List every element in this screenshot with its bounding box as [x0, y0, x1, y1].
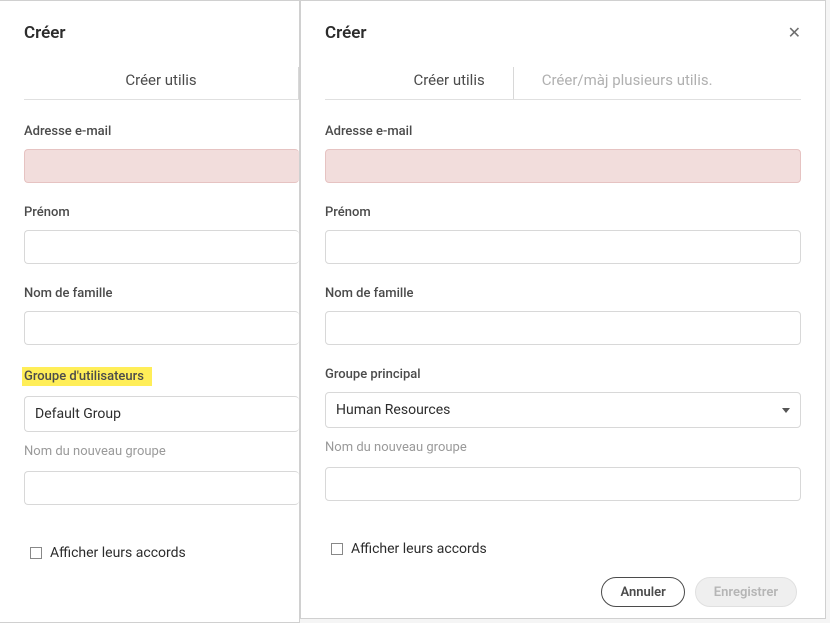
chevron-down-icon: [782, 408, 790, 413]
panel-title: Créer: [325, 23, 367, 43]
cancel-button[interactable]: Annuler: [601, 577, 684, 607]
primary-group-select[interactable]: Human Resources: [325, 392, 801, 428]
tab-create-bulk-users[interactable]: Créer/màj plusieurs utilis.: [514, 67, 741, 99]
user-group-select[interactable]: Default Group: [24, 396, 299, 432]
dialog-footer: Annuler Enregistrer: [301, 557, 825, 607]
lastname-label: Nom de famille: [24, 286, 299, 301]
primary-group-label: Groupe principal: [325, 367, 801, 382]
new-group-field[interactable]: [24, 471, 299, 505]
view-agreements-label: Afficher leurs accords: [351, 541, 487, 557]
new-group-field[interactable]: [325, 467, 801, 501]
email-label: Adresse e-mail: [24, 124, 299, 139]
create-user-panel-left: Créer Créer utilis Adresse e-mail Prénom…: [0, 0, 300, 623]
email-field[interactable]: [24, 149, 299, 183]
panel-header: Créer: [0, 1, 299, 57]
view-agreements-checkbox-row[interactable]: Afficher leurs accords: [30, 545, 299, 561]
email-label: Adresse e-mail: [325, 124, 801, 139]
firstname-field[interactable]: [325, 230, 801, 264]
tabs: Créer utilis Créer/màj plusieurs utilis.: [325, 67, 801, 99]
panel-title: Créer: [24, 23, 66, 43]
panel-header: Créer ✕: [301, 1, 825, 57]
view-agreements-label: Afficher leurs accords: [50, 545, 186, 561]
primary-group-value: Human Resources: [336, 402, 450, 418]
lastname-label: Nom de famille: [325, 286, 801, 301]
view-agreements-checkbox-row[interactable]: Afficher leurs accords: [331, 541, 801, 557]
checkbox-icon[interactable]: [30, 547, 42, 559]
checkbox-icon[interactable]: [331, 543, 343, 555]
save-button: Enregistrer: [695, 577, 797, 607]
tab-create-user[interactable]: Créer utilis: [24, 67, 299, 99]
lastname-field[interactable]: [24, 311, 299, 345]
create-user-panel-right: Créer ✕ Créer utilis Créer/màj plusieurs…: [300, 0, 826, 619]
firstname-field[interactable]: [24, 230, 299, 264]
lastname-field[interactable]: [325, 311, 801, 345]
new-group-placeholder: Nom du nouveau groupe: [325, 440, 801, 455]
close-icon[interactable]: ✕: [788, 25, 801, 41]
user-group-label: Groupe d'utilisateurs: [22, 367, 152, 386]
firstname-label: Prénom: [325, 205, 801, 220]
firstname-label: Prénom: [24, 205, 299, 220]
user-group-value: Default Group: [35, 406, 121, 422]
tab-create-user[interactable]: Créer utilis: [385, 67, 513, 99]
email-field[interactable]: [325, 149, 801, 183]
new-group-placeholder: Nom du nouveau groupe: [24, 444, 299, 459]
